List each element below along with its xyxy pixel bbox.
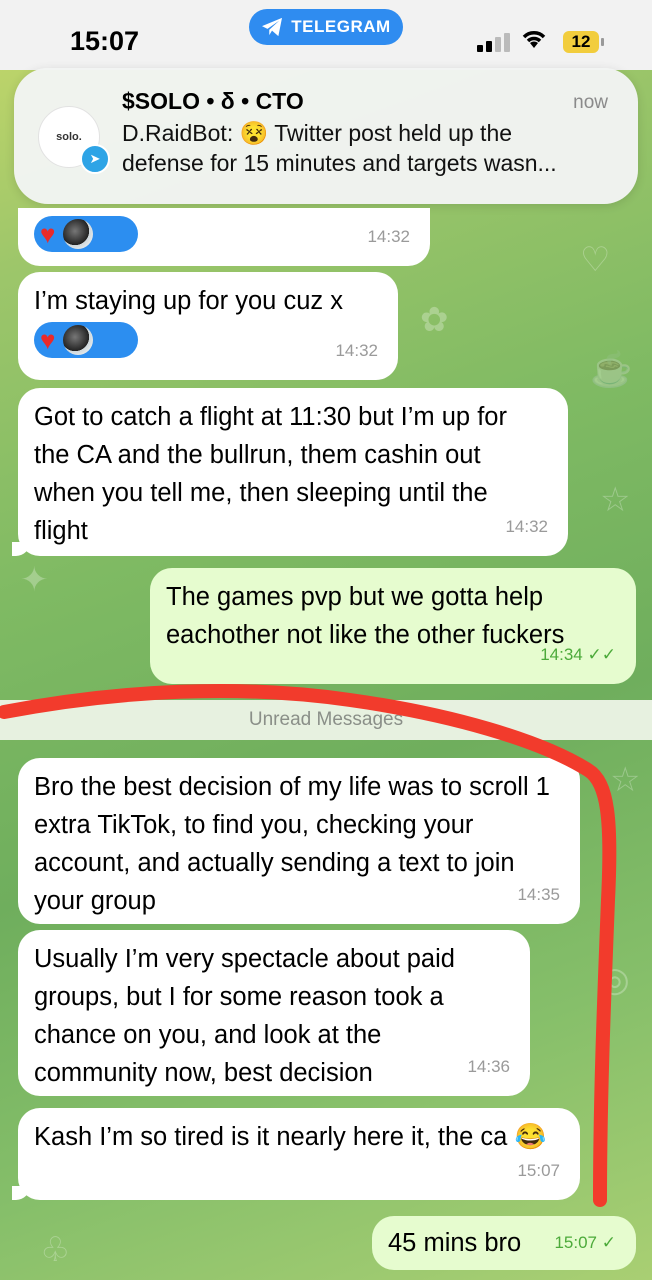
message-time-value: 15:07 [554, 1233, 598, 1252]
doodle-spiral-icon: ◎ [600, 961, 630, 999]
message-text: Kash I’m so tired is it nearly here it, … [34, 1123, 547, 1151]
doodle-gift-icon: ✦ [20, 561, 49, 599]
back-to-telegram-pill[interactable]: TELEGRAM [249, 9, 403, 45]
telegram-plane-icon [262, 17, 283, 37]
unread-messages-divider: Unread Messages [0, 700, 652, 740]
status-bar: 15:07 TELEGRAM 12 [0, 0, 652, 70]
doodle-cup-icon: ☕ [590, 351, 633, 389]
message-bubble[interactable]: Usually I’m very spectacle about paid gr… [18, 930, 530, 1096]
notification-time: now [573, 92, 608, 113]
cell-signal-icon [477, 32, 511, 52]
notification-title: $SOLO • δ • CTO [122, 88, 304, 114]
notification-body: D.RaidBot: 😵 Twitter post held up the de… [122, 120, 557, 176]
reactor-avatar [63, 325, 94, 355]
telegram-badge-icon: ➤ [80, 144, 110, 174]
reactions-pill[interactable]: ♥ [34, 322, 138, 358]
heart-reaction-icon: ♥ [40, 219, 56, 249]
message-bubble-outgoing[interactable]: 45 mins bro 15:07 ✓ [372, 1216, 636, 1270]
message-bubble[interactable]: Bro the best decision of my life was to … [18, 758, 580, 924]
read-checkmarks-icon: ✓✓ [587, 645, 617, 664]
doodle-flower-icon: ✿ [420, 301, 449, 339]
message-time-value: 14:34 [540, 645, 583, 664]
message-text: I’m staying up for you cuz x [34, 287, 343, 315]
message-bubble[interactable]: Got to catch a flight at 11:30 but I’m u… [12, 388, 568, 556]
heart-reaction-icon: ♥ [40, 325, 56, 355]
battery-indicator: 12 [563, 31, 604, 53]
message-text: Usually I’m very spectacle about paid gr… [34, 945, 455, 1087]
pill-label: TELEGRAM [291, 17, 391, 36]
message-time: 15:07 ✓ [554, 1224, 616, 1262]
message-time: 14:32 [505, 517, 548, 536]
status-time: 15:07 [70, 26, 140, 56]
message-time: 14:35 [517, 885, 560, 904]
doodle-cupcake-icon: ♧ [40, 1231, 71, 1269]
doodle-star-icon: ☆ [600, 481, 631, 519]
message-time: 15:07 [517, 1161, 560, 1180]
message-bubble[interactable]: Kash I’m so tired is it nearly here it, … [12, 1108, 580, 1200]
message-time: 14:32 [335, 341, 378, 360]
message-time: 14:32 [367, 227, 410, 246]
message-text: Bro the best decision of my life was to … [34, 773, 550, 915]
message-time: 14:36 [467, 1057, 510, 1076]
doodle-star-icon: ☆ [610, 761, 641, 799]
message-text: Got to catch a flight at 11:30 but I’m u… [34, 403, 507, 545]
message-bubble-outgoing[interactable]: The games pvp but we gotta help eachothe… [150, 568, 636, 684]
doodle-heart-icon: ♡ [580, 241, 611, 279]
sent-checkmark-icon: ✓ [601, 1233, 616, 1252]
reactor-avatar [63, 219, 94, 249]
notification-banner[interactable]: solo. ➤ $SOLO • δ • CTO now D.RaidBot: 😵… [14, 68, 638, 204]
message-bubble[interactable]: I’m staying up for you cuz x ♥ 14:32 [18, 272, 398, 380]
message-time: 14:34 ✓✓ [540, 636, 616, 674]
reactions-pill[interactable]: ♥ [34, 216, 138, 252]
wifi-icon [520, 28, 548, 57]
message-bubble[interactable]: ♥ 14:32 [18, 208, 430, 266]
